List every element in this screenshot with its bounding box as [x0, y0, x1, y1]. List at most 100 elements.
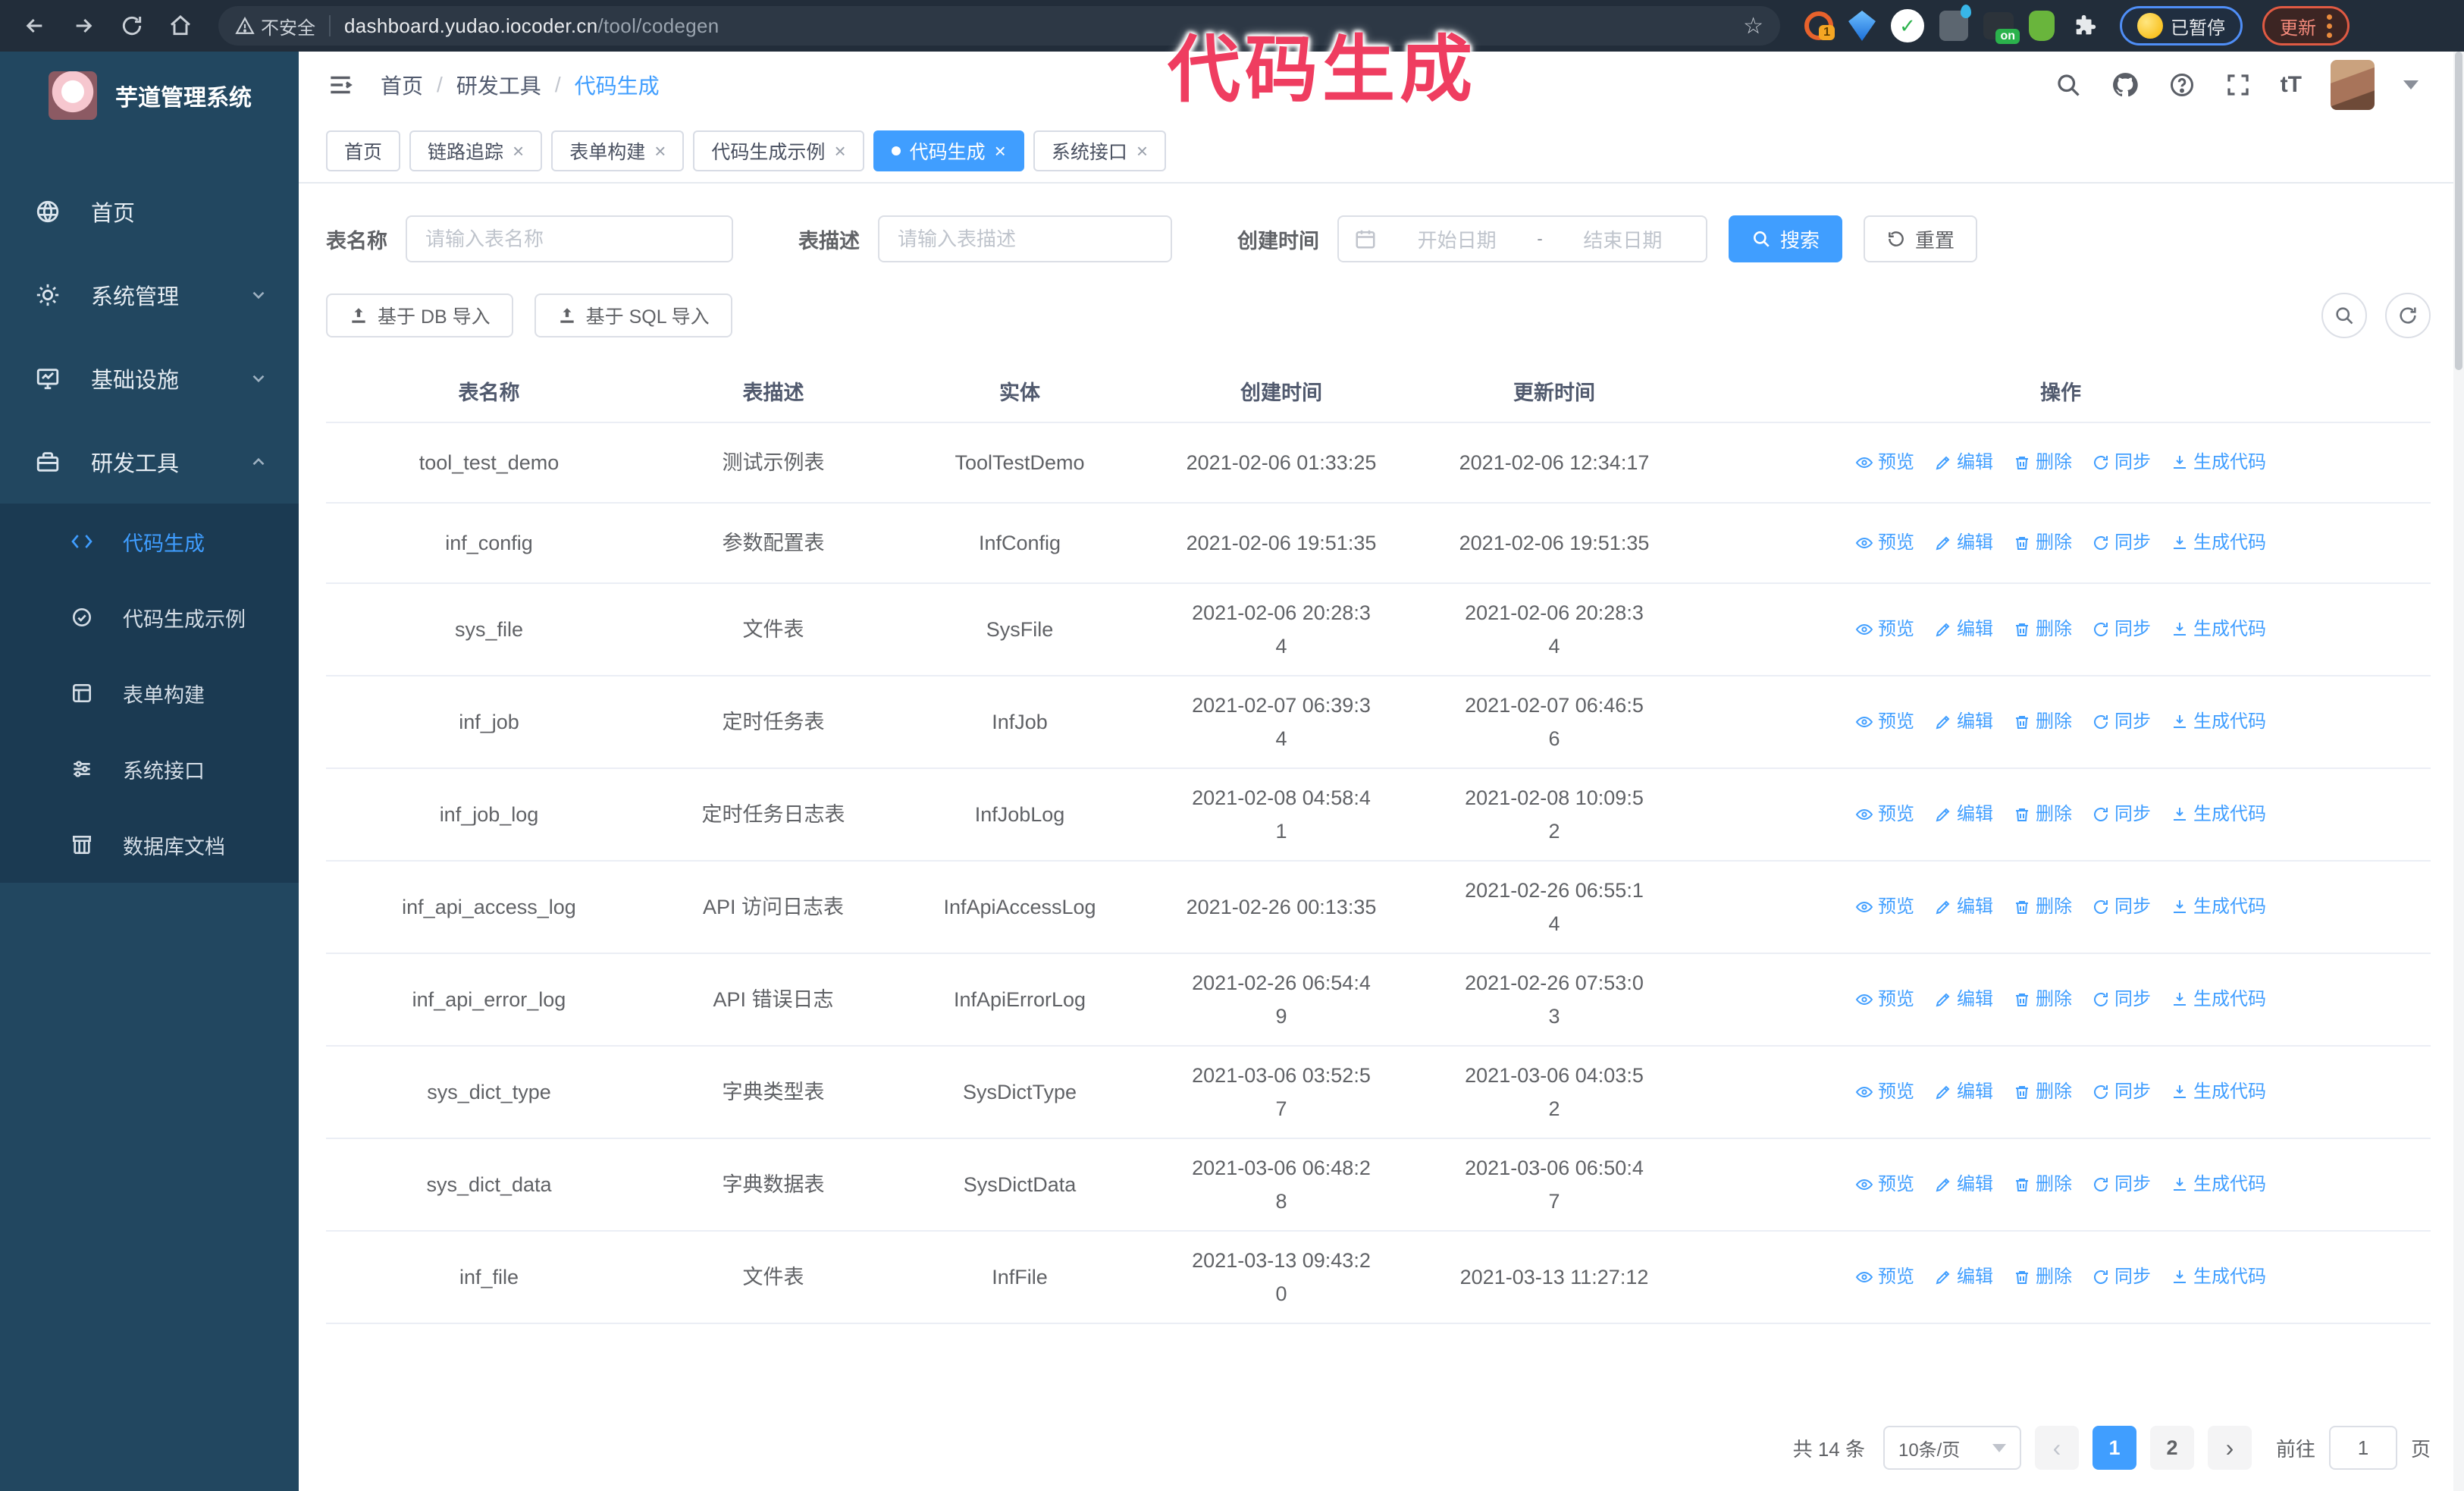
page-button-2[interactable]: 2 — [2149, 1426, 2194, 1470]
page-button-1[interactable]: 1 — [2092, 1426, 2136, 1470]
sync-link[interactable]: 同步 — [2092, 613, 2151, 646]
sync-link[interactable]: 同步 — [2092, 798, 2151, 831]
edit-link[interactable]: 编辑 — [1934, 890, 1993, 924]
edit-link[interactable]: 编辑 — [1934, 1075, 1993, 1109]
browser-menu-icon[interactable] — [2327, 14, 2332, 38]
search-button[interactable]: 搜索 — [1729, 215, 1843, 262]
tab-codegen-example[interactable]: 代码生成示例 × — [693, 130, 864, 171]
table-name-input[interactable] — [406, 215, 733, 262]
address-bar[interactable]: 不安全 dashboard.yudao.iocoder.cn/tool/code… — [218, 6, 1780, 46]
generate-code-link[interactable]: 生成代码 — [2171, 705, 2266, 739]
preview-link[interactable]: 预览 — [1855, 1168, 1914, 1201]
forward-icon[interactable] — [62, 5, 105, 47]
breadcrumb-devtools[interactable]: 研发工具 — [456, 70, 541, 100]
extension-icon-gem[interactable] — [1848, 11, 1876, 41]
extension-icon-check[interactable]: ✓ — [1891, 9, 1924, 42]
back-icon[interactable] — [14, 5, 56, 47]
collapse-sidebar-icon[interactable] — [326, 71, 355, 99]
page-size-select[interactable]: 10条/页 — [1882, 1426, 2021, 1470]
delete-link[interactable]: 删除 — [2013, 983, 2072, 1016]
generate-code-link[interactable]: 生成代码 — [2171, 526, 2266, 560]
github-icon[interactable] — [2111, 71, 2140, 99]
sidebar-item-codegen[interactable]: 代码生成 — [0, 504, 299, 579]
fullscreen-icon[interactable] — [2224, 71, 2252, 99]
goto-page-input[interactable] — [2328, 1426, 2397, 1470]
sidebar-item-home[interactable]: 首页 — [0, 170, 299, 253]
preview-link[interactable]: 预览 — [1855, 890, 1914, 924]
sync-link[interactable]: 同步 — [2092, 526, 2151, 560]
close-icon[interactable]: × — [834, 141, 845, 161]
bookmark-star-icon[interactable]: ☆ — [1743, 13, 1763, 39]
breadcrumb-home[interactable]: 首页 — [381, 70, 423, 100]
sidebar-item-system-api[interactable]: 系统接口 — [0, 731, 299, 807]
delete-link[interactable]: 删除 — [2013, 890, 2072, 924]
import-sql-button[interactable]: 基于 SQL 导入 — [534, 293, 732, 337]
delete-link[interactable]: 删除 — [2013, 1075, 2072, 1109]
close-icon[interactable]: × — [995, 141, 1006, 161]
font-size-icon[interactable]: tT — [2281, 72, 2302, 98]
table-desc-input[interactable] — [878, 215, 1172, 262]
sidebar-item-codegen-example[interactable]: 代码生成示例 — [0, 579, 299, 655]
import-db-button[interactable]: 基于 DB 导入 — [326, 293, 513, 337]
edit-link[interactable]: 编辑 — [1934, 1260, 1993, 1294]
edit-link[interactable]: 编辑 — [1934, 613, 1993, 646]
generate-code-link[interactable]: 生成代码 — [2171, 1260, 2266, 1294]
preview-link[interactable]: 预览 — [1855, 1260, 1914, 1294]
edit-link[interactable]: 编辑 — [1934, 798, 1993, 831]
help-icon[interactable] — [2168, 71, 2196, 99]
search-icon[interactable] — [2055, 71, 2082, 99]
sync-link[interactable]: 同步 — [2092, 983, 2151, 1016]
toggle-search-button[interactable] — [2321, 293, 2367, 338]
preview-link[interactable]: 预览 — [1855, 798, 1914, 831]
reset-button[interactable]: 重置 — [1864, 215, 1978, 262]
preview-link[interactable]: 预览 — [1855, 526, 1914, 560]
preview-link[interactable]: 预览 — [1855, 613, 1914, 646]
close-icon[interactable]: × — [654, 141, 666, 161]
generate-code-link[interactable]: 生成代码 — [2171, 983, 2266, 1016]
sync-link[interactable]: 同步 — [2092, 446, 2151, 479]
close-icon[interactable]: × — [1136, 141, 1148, 161]
user-avatar[interactable] — [2331, 60, 2375, 110]
delete-link[interactable]: 删除 — [2013, 526, 2072, 560]
security-warning[interactable]: 不安全 — [235, 13, 315, 39]
sidebar-item-system[interactable]: 系统管理 — [0, 253, 299, 337]
close-icon[interactable]: × — [513, 141, 524, 161]
edit-link[interactable]: 编辑 — [1934, 446, 1993, 479]
edit-link[interactable]: 编辑 — [1934, 983, 1993, 1016]
page-scrollbar[interactable] — [2453, 52, 2464, 1491]
user-menu-caret-icon[interactable] — [2403, 80, 2419, 89]
tab-system-api[interactable]: 系统接口 × — [1033, 130, 1167, 171]
generate-code-link[interactable]: 生成代码 — [2171, 798, 2266, 831]
preview-link[interactable]: 预览 — [1855, 705, 1914, 739]
app-logo-row[interactable]: 芋道管理系统 — [0, 52, 299, 140]
profile-paused-chip[interactable]: 已暂停 — [2120, 6, 2243, 46]
sidebar-item-form-builder[interactable]: 表单构建 — [0, 655, 299, 731]
sync-link[interactable]: 同步 — [2092, 705, 2151, 739]
generate-code-link[interactable]: 生成代码 — [2171, 613, 2266, 646]
sidebar-item-devtools[interactable]: 研发工具 — [0, 420, 299, 504]
tab-form-builder[interactable]: 表单构建 × — [551, 130, 685, 171]
extension-icon-bug[interactable] — [2029, 11, 2055, 41]
prev-page-button[interactable]: ‹ — [2034, 1426, 2079, 1470]
generate-code-link[interactable]: 生成代码 — [2171, 1168, 2266, 1201]
delete-link[interactable]: 删除 — [2013, 613, 2072, 646]
extension-icon-columns[interactable] — [1939, 5, 1971, 41]
reload-icon[interactable] — [111, 5, 153, 47]
next-page-button[interactable]: › — [2207, 1426, 2252, 1470]
sync-link[interactable]: 同步 — [2092, 1260, 2151, 1294]
preview-link[interactable]: 预览 — [1855, 446, 1914, 479]
refresh-button[interactable] — [2385, 293, 2431, 338]
tab-tracing[interactable]: 链路追踪 × — [409, 130, 543, 171]
sync-link[interactable]: 同步 — [2092, 890, 2151, 924]
browser-update-button[interactable]: 更新 — [2262, 6, 2350, 46]
sidebar-item-db-doc[interactable]: 数据库文档 — [0, 807, 299, 883]
delete-link[interactable]: 删除 — [2013, 705, 2072, 739]
preview-link[interactable]: 预览 — [1855, 1075, 1914, 1109]
generate-code-link[interactable]: 生成代码 — [2171, 1075, 2266, 1109]
extensions-puzzle-icon[interactable] — [2070, 11, 2100, 41]
tab-codegen[interactable]: 代码生成 × — [873, 130, 1024, 171]
sidebar-item-infra[interactable]: 基础设施 — [0, 337, 299, 420]
tab-home[interactable]: 首页 — [326, 130, 401, 171]
home-icon[interactable] — [159, 5, 202, 47]
edit-link[interactable]: 编辑 — [1934, 526, 1993, 560]
